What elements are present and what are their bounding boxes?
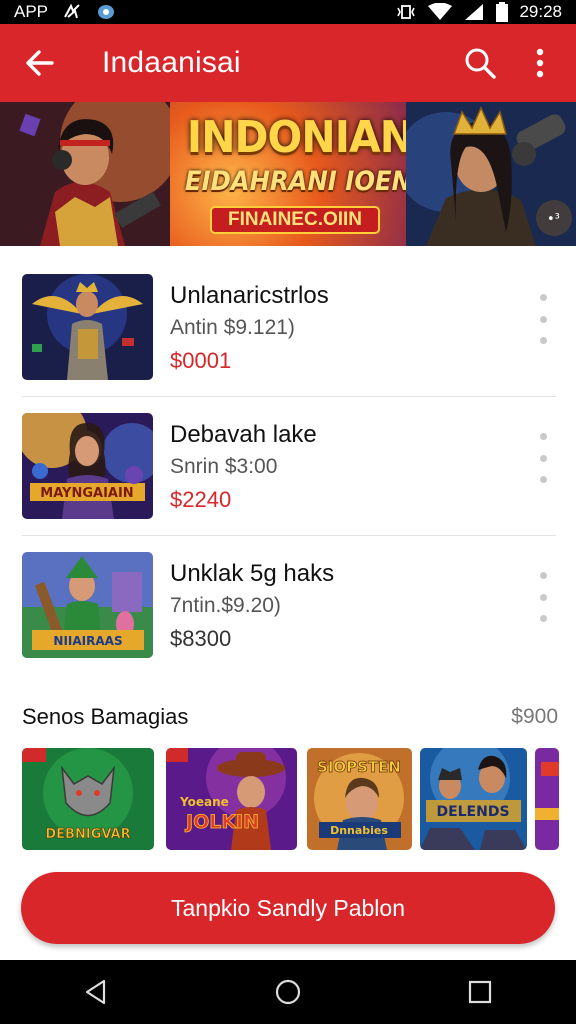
nav-home-button[interactable] (258, 962, 318, 1022)
game-card-image: SIOPSTEN Dnnabies (307, 748, 412, 850)
carousel-card-partial[interactable] (535, 748, 559, 850)
vibrate-icon (397, 5, 416, 19)
status-app-label: APP (14, 2, 49, 21)
banner-subtitle: EIDAHRANI IOENIS (185, 166, 439, 197)
item-price: $2240 (170, 487, 232, 512)
item-price: $8300 (170, 626, 232, 651)
svg-text:Yoeane: Yoeane (179, 795, 229, 809)
back-button[interactable] (0, 24, 80, 102)
item-subtitle: 7ntin.$9.20) (170, 594, 281, 617)
dot-icon (539, 454, 547, 462)
item-title: Debavah lake (170, 421, 317, 448)
section-see-all[interactable]: $900 (511, 705, 558, 729)
arrow-back-icon (26, 50, 54, 76)
game-card-image: DEBNIGVAR (22, 748, 154, 850)
carousel-card[interactable]: DELENDS (420, 748, 527, 850)
banner-title: INDONIAN (186, 112, 414, 163)
search-button[interactable] (450, 24, 510, 102)
dot-icon (539, 433, 547, 440)
game-thumbnail-image (22, 274, 153, 380)
item-subtitle: Snrin $3:00 (170, 455, 278, 478)
svg-text:MAYNGAIAIN: MAYNGAIAIN (40, 486, 133, 501)
dot-icon (539, 476, 547, 483)
hero-king-right-image: •³ (406, 102, 576, 246)
list-item[interactable]: NIIAIRAAS Unklak 5g haks 7ntin.$9.20) $8… (0, 536, 576, 674)
item-more-button[interactable] (532, 572, 554, 622)
signal-icon (465, 4, 484, 20)
search-icon (465, 48, 496, 79)
dot-icon (539, 593, 547, 601)
item-price: $0001 (170, 348, 232, 373)
square-recents-icon (468, 980, 492, 1004)
carousel-card[interactable]: DEBNIGVAR (22, 748, 154, 850)
game-thumbnail-image: NIIAIRAAS (22, 552, 153, 658)
svg-text:Dnnabies: Dnnabies (330, 824, 388, 837)
banner-pill-button[interactable]: FINAINEC.OIIN (210, 206, 380, 234)
section-title: Senos Bamagias (22, 704, 189, 729)
game-card-image: DELENDS (420, 748, 527, 850)
game-carousel: DEBNIGVAR Yoeane JOLKIN SIOPSTEN Dnnabie… (0, 748, 576, 850)
carousel-card[interactable]: Yoeane JOLKIN (166, 748, 297, 850)
battery-icon (496, 2, 509, 22)
dot-icon (539, 294, 547, 301)
primary-cta-button[interactable]: Tanpkio Sandly Pablon (21, 872, 555, 944)
card-label: SIOPSTEN (317, 758, 401, 776)
item-subtitle: Antin $9.121) (170, 316, 295, 339)
item-title: Unlanaricstrlos (170, 282, 329, 309)
carousel-card[interactable]: SIOPSTEN Dnnabies (307, 748, 412, 850)
card-label: DELENDS (436, 804, 509, 820)
dot-icon (539, 615, 547, 622)
hero-warrior-left-image (0, 102, 170, 246)
dot-icon (539, 315, 547, 323)
app-bar: Indaanisai (0, 24, 576, 102)
nav-recents-button[interactable] (450, 962, 510, 1022)
game-thumbnail-image: MAYNGAIAIN (22, 413, 153, 519)
status-time: 29:28 (519, 2, 562, 21)
page-title: Indaanisai (102, 46, 241, 79)
card-label: JOLKIN (184, 811, 259, 833)
list-item[interactable]: MAYNGAIAIN Debavah lake Snrin $3:00 $224… (0, 397, 576, 535)
triangle-back-icon (85, 979, 106, 1005)
dot-icon (539, 572, 547, 579)
circle-home-icon (275, 979, 301, 1005)
item-title: Unklak 5g haks (170, 560, 335, 587)
svg-text:NIIAIRAAS: NIIAIRAAS (53, 634, 122, 648)
item-more-button[interactable] (532, 294, 554, 344)
promo-banner[interactable]: INDONIAN EIDAHRANI IOENIS FINAINEC.OIIN … (0, 102, 576, 246)
svg-text:•³: •³ (547, 212, 560, 227)
wifi-icon (428, 3, 453, 20)
app-badge-icon (98, 5, 115, 19)
dot-icon (539, 337, 547, 344)
game-card-image (535, 748, 559, 850)
card-label: DEBNIGVAR (45, 827, 130, 842)
more-options-button[interactable] (510, 24, 570, 102)
notification-icon (64, 3, 80, 19)
game-card-image: Yoeane JOLKIN (166, 748, 297, 850)
more-vert-icon (536, 48, 544, 78)
item-more-button[interactable] (532, 433, 554, 483)
system-nav-bar (0, 960, 576, 1024)
list-item[interactable]: Unlanaricstrlos Antin $9.121) $0001 (0, 258, 576, 396)
nav-back-button[interactable] (66, 962, 126, 1022)
status-bar: APP 29:28 (0, 0, 576, 24)
